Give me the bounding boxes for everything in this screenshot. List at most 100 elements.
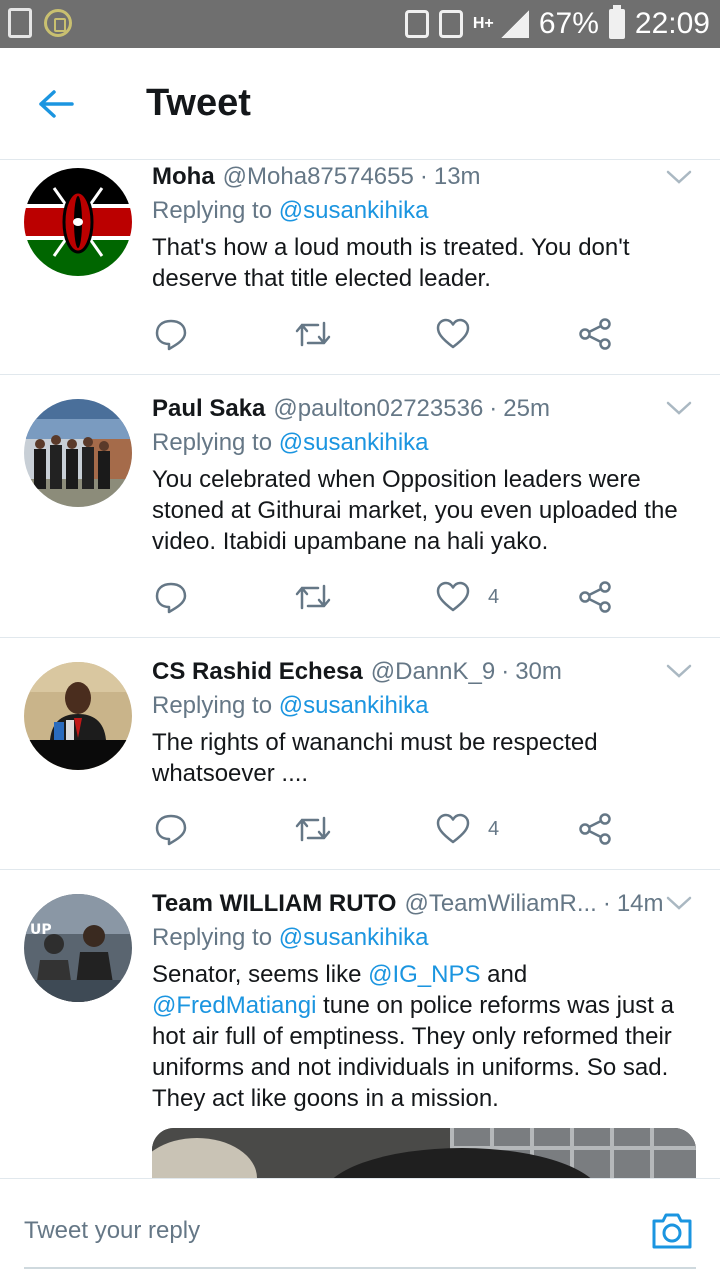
chevron-down-icon[interactable] <box>666 658 692 684</box>
tweet-text-part: Senator, seems like <box>152 961 369 988</box>
reply-icon <box>155 319 187 351</box>
signal-box-icon <box>438 10 463 38</box>
author-handle[interactable]: @paulton02723536 <box>273 395 483 423</box>
replying-to: Replying to @susankihika <box>152 194 696 228</box>
app-header: Tweet <box>0 48 720 160</box>
crowd-photo-avatar-image: UP <box>24 894 132 1002</box>
retweet-button[interactable] <box>294 314 332 354</box>
share-button[interactable] <box>578 577 612 617</box>
chevron-down-icon[interactable] <box>666 890 692 916</box>
tweet-item[interactable]: Paul Saka @paulton02723536 · 25m Replyin… <box>0 375 720 638</box>
signal-strength-icon <box>500 10 529 38</box>
replying-to: Replying to @susankihika <box>152 426 696 460</box>
tweet-time: 14m <box>616 890 664 917</box>
tweet-time: 30m <box>515 658 562 685</box>
tweet-header: Paul Saka @paulton02723536 · 25m <box>152 392 696 426</box>
share-button[interactable] <box>578 314 612 354</box>
system-status: H+ 67% 22:09 <box>404 0 710 48</box>
separator-dot: · <box>419 163 428 190</box>
status-bar: H+ 67% 22:09 <box>0 0 720 48</box>
retweet-icon <box>295 584 331 610</box>
tweet-media-image[interactable] <box>152 1128 696 1178</box>
reply-input[interactable]: Tweet your reply <box>24 1209 624 1253</box>
author-handle[interactable]: @DannK_9 <box>371 658 495 686</box>
replying-to: Replying to @susankihika <box>152 921 696 955</box>
avatar[interactable] <box>24 168 132 276</box>
reply-button[interactable] <box>154 577 188 617</box>
replying-to-label: Replying to <box>152 924 273 951</box>
replies-feed[interactable]: Moha @Moha87574655 · 13m Replying to @su… <box>0 160 720 1178</box>
tweet-actions <box>152 314 632 354</box>
avatar[interactable]: UP <box>24 894 132 1002</box>
replying-to-label: Replying to <box>152 692 273 719</box>
like-button[interactable]: 4 <box>436 577 499 617</box>
camera-button[interactable] <box>650 1209 694 1253</box>
whatsapp-notification-icon <box>44 9 72 37</box>
mention-link[interactable]: @IG_NPS <box>368 961 480 988</box>
tweet-item[interactable]: Moha @Moha87574655 · 13m Replying to @su… <box>0 160 720 375</box>
call-icon <box>404 10 429 38</box>
media-photo <box>152 1128 696 1178</box>
separator-dot: · <box>489 395 498 422</box>
tweet-actions: 4 <box>152 809 632 849</box>
svg-text:UP: UP <box>30 922 52 938</box>
like-button[interactable] <box>436 314 488 354</box>
author-name[interactable]: CS Rashid Echesa <box>152 658 363 686</box>
replying-to-label: Replying to <box>152 197 273 224</box>
reply-icon <box>155 582 187 614</box>
camera-icon <box>652 1213 692 1249</box>
author-handle[interactable]: @TeamWiliamR... <box>404 890 596 918</box>
replying-to-mention[interactable]: @susankihika <box>279 197 429 224</box>
tweet-time: 25m <box>503 395 550 422</box>
author-name[interactable]: Moha <box>152 163 215 191</box>
clock: 22:09 <box>634 7 710 40</box>
graduation-photo-avatar-image <box>24 399 132 507</box>
avatar[interactable] <box>24 662 132 770</box>
chevron-down-icon[interactable] <box>666 164 692 190</box>
retweet-button[interactable] <box>294 809 332 849</box>
share-icon <box>579 581 611 613</box>
share-button[interactable] <box>578 809 612 849</box>
retweet-button[interactable] <box>294 577 332 617</box>
tweet-text: That's how a loud mouth is treated. You … <box>152 234 630 292</box>
tweet-text: The rights of wananchi must be respected… <box>152 729 598 787</box>
tweet-text-part: They act like goons in a mission. <box>152 1085 499 1112</box>
tweet-header: Moha @Moha87574655 · 13m <box>152 160 696 194</box>
like-count: 4 <box>488 817 500 840</box>
reply-button[interactable] <box>154 809 188 849</box>
mention-link[interactable]: @FredMatiangi <box>152 992 316 1019</box>
avatar[interactable] <box>24 399 132 507</box>
battery-percent: 67% <box>538 7 599 40</box>
replying-to-mention[interactable]: @susankihika <box>279 692 429 719</box>
back-button[interactable] <box>30 78 82 130</box>
like-button[interactable]: 4 <box>436 809 499 849</box>
heart-icon <box>436 318 470 349</box>
separator-dot: · <box>602 890 611 917</box>
replying-to: Replying to @susankihika <box>152 689 696 723</box>
tweet-header: Team WILLIAM RUTO @TeamWiliamR... · 14m <box>152 887 696 921</box>
kenya-flag-avatar-image <box>24 168 132 276</box>
reply-icon <box>155 814 187 846</box>
replying-to-mention[interactable]: @susankihika <box>279 924 429 951</box>
speaker-photo-avatar-image <box>24 662 132 770</box>
author-name[interactable]: Team WILLIAM RUTO <box>152 890 396 918</box>
tweet-time: 13m <box>433 163 481 190</box>
chevron-down-icon[interactable] <box>666 395 692 421</box>
replying-to-mention[interactable]: @susankihika <box>279 429 429 456</box>
arrow-left-icon <box>39 90 74 118</box>
share-icon <box>579 318 611 350</box>
author-handle[interactable]: @Moha87574655 <box>223 163 414 191</box>
reply-button[interactable] <box>154 314 188 354</box>
author-name[interactable]: Paul Saka <box>152 395 265 423</box>
like-count: 4 <box>488 585 500 608</box>
tweet-text: Senator, seems like @IG_NPS and @FredMat… <box>152 959 696 1114</box>
tweet-actions: 4 <box>152 577 632 617</box>
page-title: Tweet <box>146 82 251 124</box>
notification-icons <box>8 8 72 38</box>
tweet-item[interactable]: UP Team WILLIAM RUTO @TeamWiliamR... · 1… <box>0 870 720 1178</box>
tweet-text: You celebrated when Opposition leaders w… <box>152 466 678 555</box>
tweet-item[interactable]: CS Rashid Echesa @DannK_9 · 30m Replying… <box>0 638 720 870</box>
heart-icon <box>436 581 470 612</box>
recycle-notification-icon <box>8 8 32 38</box>
network-type: H+ <box>472 15 494 32</box>
